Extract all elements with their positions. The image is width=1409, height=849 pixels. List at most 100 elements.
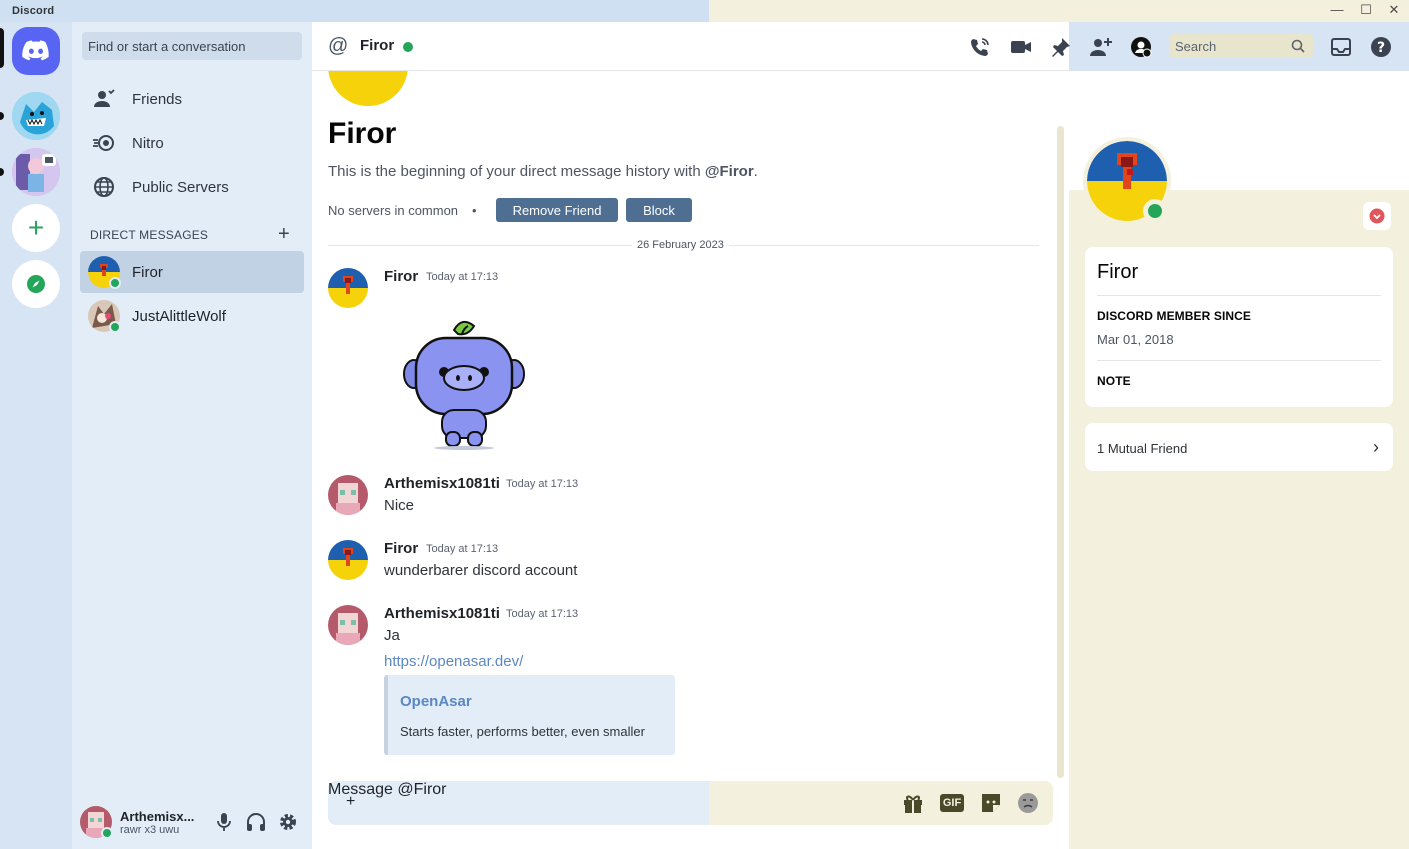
divider — [1097, 295, 1381, 296]
search-icon — [1291, 39, 1305, 53]
message-author[interactable]: Firor — [384, 540, 418, 557]
message-timestamp: Today at 17:13 — [506, 608, 579, 620]
compass-icon — [27, 275, 45, 293]
date-label: 26 February 2023 — [632, 239, 729, 251]
mutual-friends-label: 1 Mutual Friend — [1097, 441, 1188, 456]
video-call-button[interactable] — [1009, 35, 1033, 59]
mute-button[interactable] — [214, 812, 234, 832]
app-name: Discord — [12, 5, 55, 17]
add-friends-to-dm-button[interactable] — [1089, 35, 1113, 59]
attach-plus-icon[interactable]: + — [346, 793, 355, 811]
dm-item-justalittlewolf[interactable]: JustAlittleWolf — [80, 295, 304, 337]
add-server-button[interactable]: + — [12, 204, 60, 252]
message-author[interactable]: Arthemisx1081ti — [384, 475, 500, 492]
at-sign-icon: @ — [328, 35, 349, 57]
profile-badge[interactable] — [1363, 202, 1391, 230]
message-avatar[interactable] — [328, 475, 368, 515]
settings-button[interactable] — [278, 812, 298, 832]
help-icon: ? — [1371, 37, 1391, 57]
inbox-icon — [1331, 38, 1351, 56]
message-timestamp: Today at 17:13 — [426, 271, 499, 283]
video-camera-icon — [1011, 41, 1031, 53]
explore-servers-button[interactable] — [12, 260, 60, 308]
nav-label: Friends — [132, 90, 183, 108]
search-input[interactable]: Search — [1169, 34, 1313, 58]
dm-name: JustAlittleWolf — [132, 307, 226, 325]
find-conversation-button[interactable]: Find or start a conversation — [82, 32, 302, 60]
user-avatar[interactable] — [80, 806, 113, 839]
avatar — [88, 300, 121, 333]
scrollbar[interactable] — [1057, 126, 1064, 778]
message-avatar[interactable] — [328, 540, 368, 580]
profile-username: Firor — [1097, 261, 1139, 283]
voice-call-button[interactable] — [968, 35, 992, 59]
common-text: No servers in common — [328, 203, 459, 218]
add-user-icon — [1090, 38, 1112, 56]
message-author[interactable]: Firor — [384, 268, 418, 285]
nav-public-servers[interactable]: Public Servers — [80, 166, 304, 208]
friends-icon — [92, 87, 116, 111]
avatar — [88, 256, 121, 289]
gear-icon — [280, 814, 296, 830]
message-timestamp: Today at 17:13 — [506, 478, 579, 490]
intro-subtitle-text: This is the beginning of your direct mes… — [328, 163, 705, 180]
gift-button[interactable] — [901, 791, 925, 815]
block-button[interactable]: Block — [626, 198, 692, 222]
unread-indicator — [0, 112, 4, 120]
message-text: wunderbarer discord account — [384, 562, 578, 579]
intro-subtitle-end: . — [753, 163, 758, 180]
close-button[interactable]: ✕ — [1384, 2, 1404, 18]
minimize-button[interactable]: — — [1327, 2, 1347, 17]
message-author[interactable]: Arthemisx1081ti — [384, 605, 500, 622]
intro-subtitle: This is the beginning of your direct mes… — [328, 163, 758, 180]
chat-header: @ Firor Search ? — [312, 22, 1391, 71]
unread-indicator — [0, 168, 4, 176]
inbox-button[interactable] — [1329, 35, 1353, 59]
message-timestamp: Today at 17:13 — [426, 543, 499, 555]
online-status — [1143, 199, 1167, 223]
online-status — [109, 277, 121, 289]
maximize-button[interactable]: ☐ — [1356, 2, 1376, 18]
title-bar — [0, 0, 1409, 22]
sticker-button[interactable] — [979, 791, 1003, 815]
online-status — [403, 42, 413, 52]
help-button[interactable]: ? — [1369, 35, 1393, 59]
user-name: Arthemisx... — [120, 809, 195, 824]
remove-friend-button[interactable]: Remove Friend — [496, 198, 618, 222]
sticker-icon — [982, 794, 1000, 812]
phone-call-icon — [971, 38, 989, 56]
pinned-messages-button[interactable] — [1049, 35, 1073, 59]
nitro-icon — [92, 131, 116, 155]
direct-messages-header: DIRECT MESSAGES — [90, 228, 209, 242]
hide-user-profile-button[interactable] — [1129, 35, 1153, 59]
channel-name: Firor — [360, 37, 395, 54]
embed-title[interactable]: OpenAsar — [400, 693, 472, 710]
server-art[interactable] — [12, 148, 60, 196]
message-avatar[interactable] — [328, 605, 368, 645]
gif-button[interactable]: GIF — [939, 791, 965, 815]
user-profile-icon — [1131, 37, 1152, 58]
composer-overlay: + Message @Firor — [328, 781, 447, 810]
nav-friends[interactable]: Friends — [80, 78, 304, 120]
member-since-date: Mar 01, 2018 — [1097, 332, 1174, 347]
message-link[interactable]: https://openasar.dev/ — [384, 653, 523, 670]
user-panel: Arthemisx... rawr x3 uwu — [72, 792, 312, 849]
separator-bullet: • — [472, 203, 477, 218]
member-since-label: DISCORD MEMBER SINCE — [1097, 309, 1252, 323]
link-embed: OpenAsar Starts faster, performs better,… — [384, 675, 675, 755]
search-placeholder: Search — [1175, 39, 1217, 54]
server-avatar-icon — [12, 92, 60, 140]
home-button[interactable] — [12, 27, 60, 75]
dm-item-firor[interactable]: Firor — [80, 251, 304, 293]
server-mrbeast[interactable] — [12, 92, 60, 140]
message-avatar[interactable] — [328, 268, 368, 308]
mutual-friends-button[interactable]: 1 Mutual Friend › — [1085, 423, 1393, 471]
embed-description: Starts faster, performs better, even sma… — [400, 724, 645, 739]
emoji-button[interactable] — [1016, 791, 1040, 815]
message-text: Nice — [384, 497, 415, 514]
deafen-button[interactable] — [246, 812, 266, 832]
server-rail: + — [0, 22, 72, 849]
intro-name: Firor — [328, 117, 397, 150]
nav-nitro[interactable]: Nitro — [80, 122, 304, 164]
create-dm-button[interactable]: + — [278, 223, 290, 246]
